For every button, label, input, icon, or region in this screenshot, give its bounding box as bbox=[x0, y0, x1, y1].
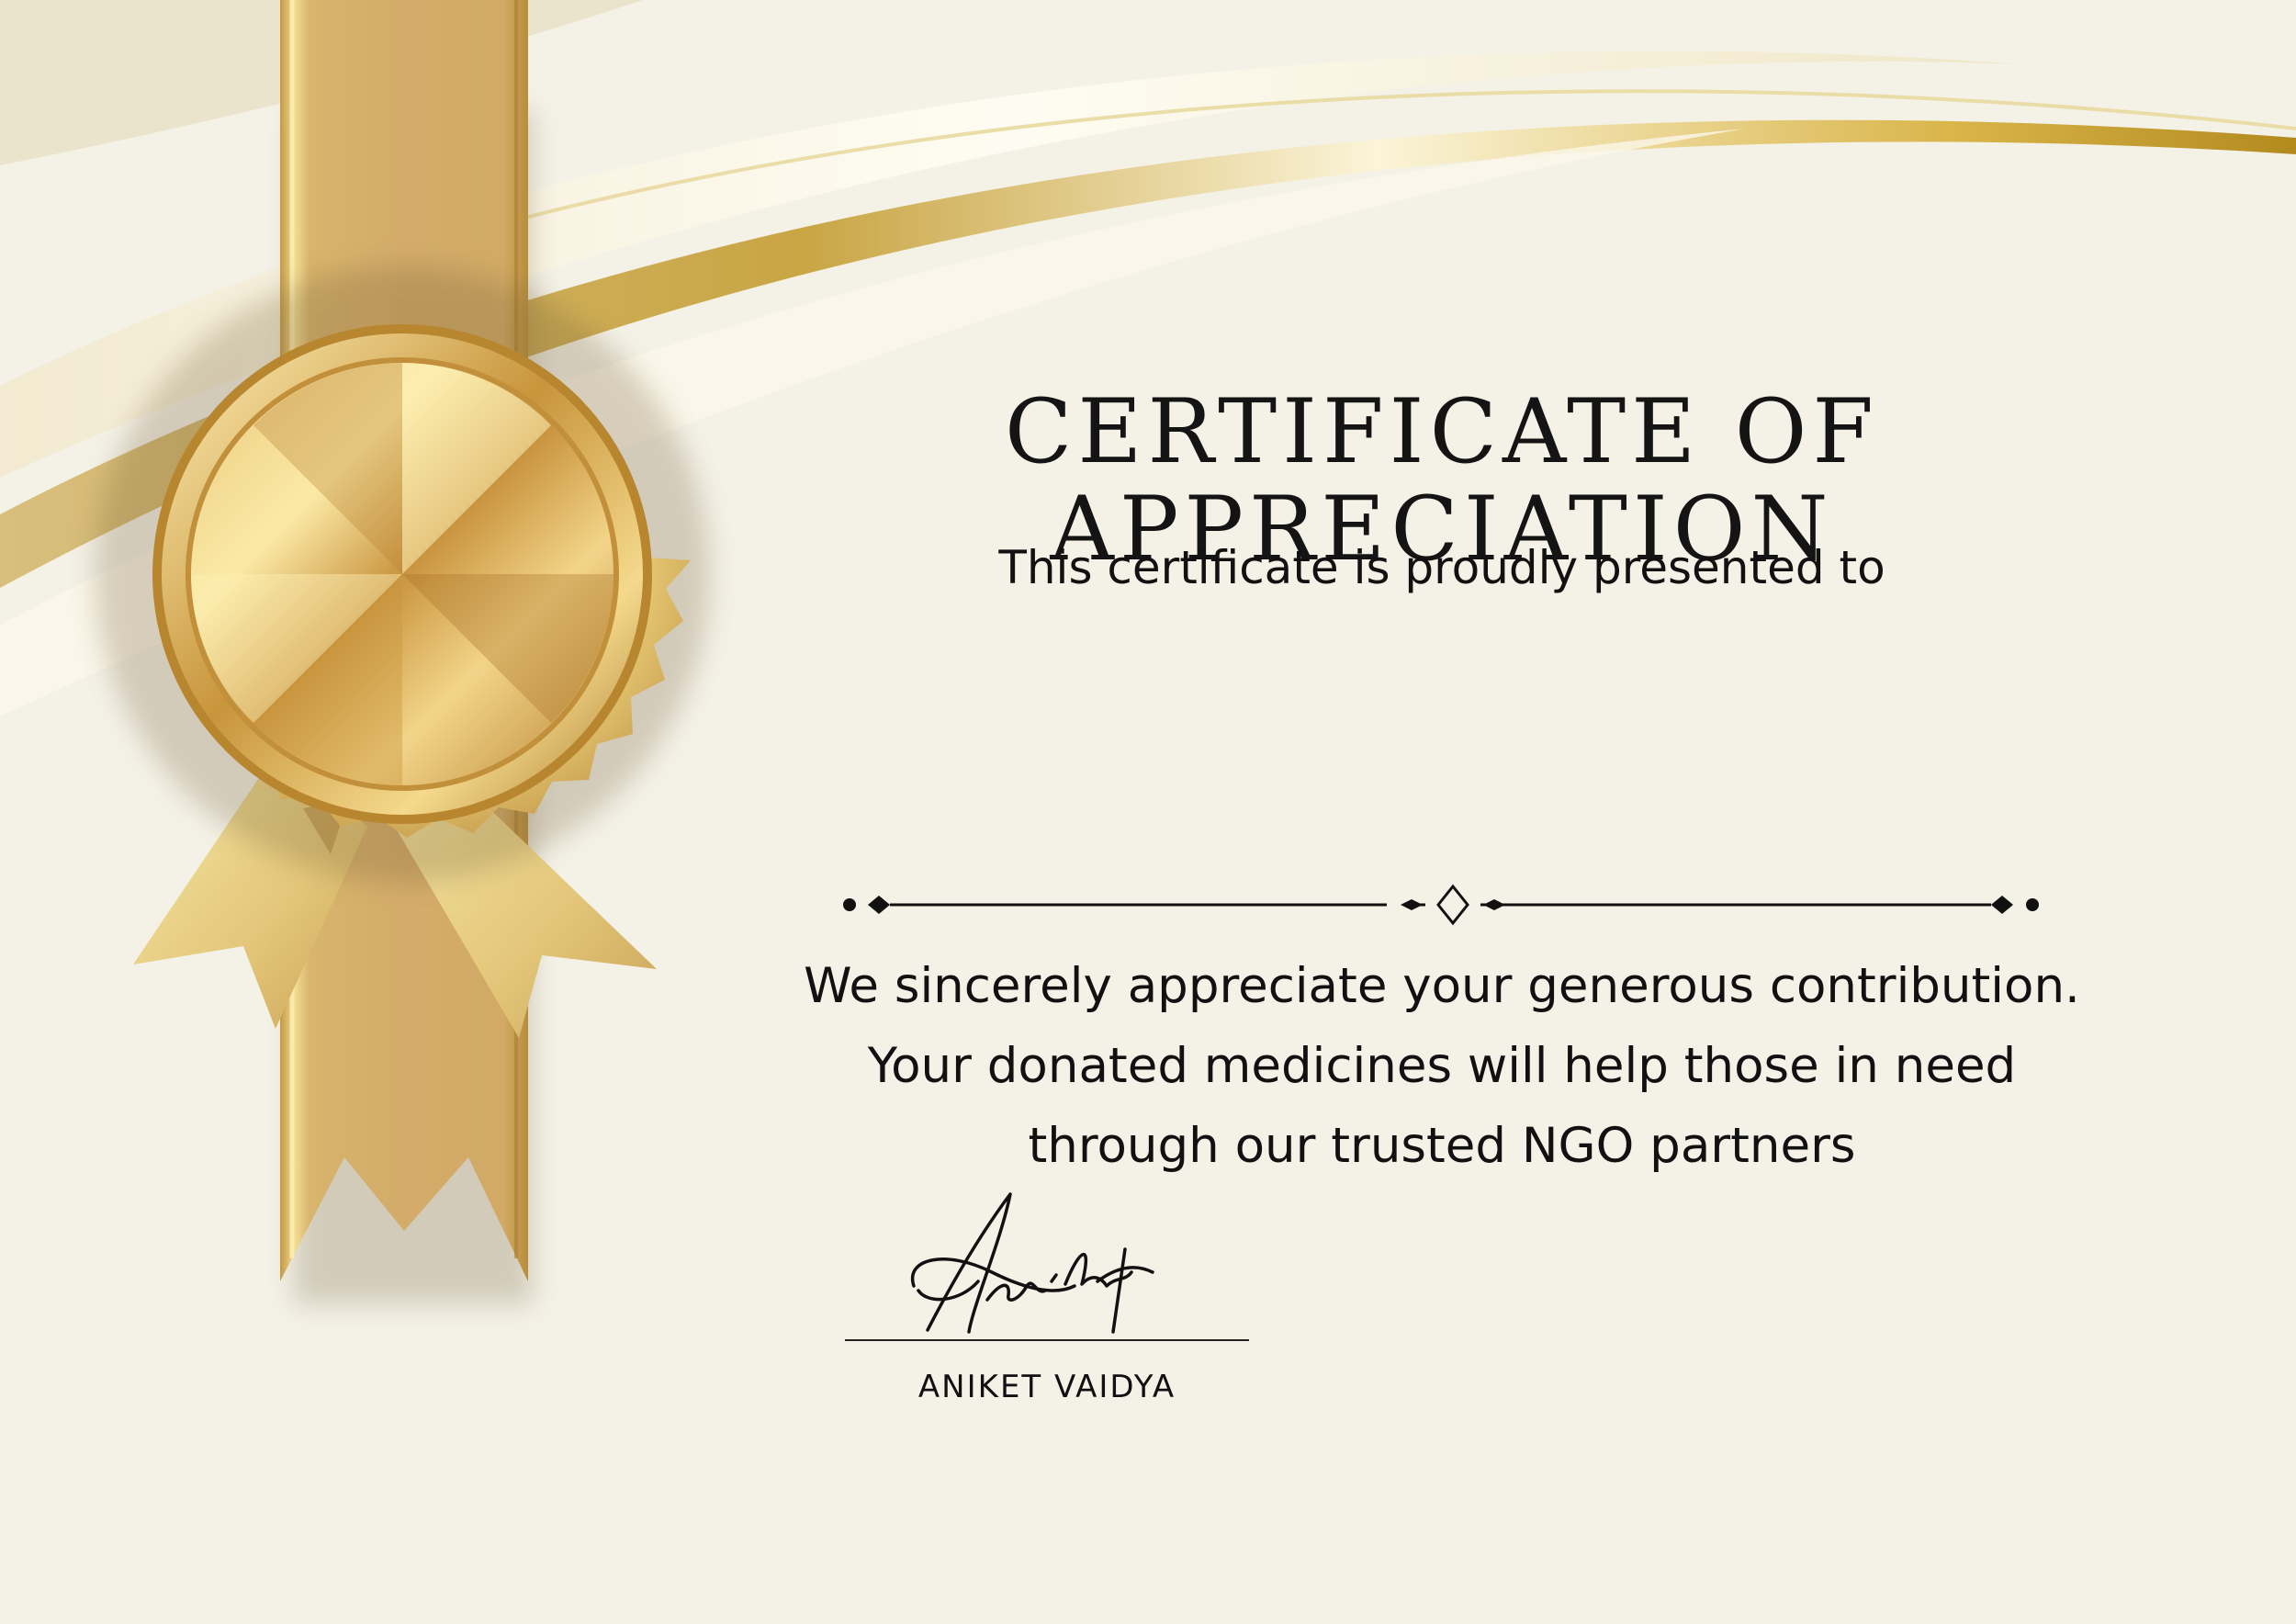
signature-line bbox=[845, 1339, 1249, 1341]
gold-rosette-seal bbox=[95, 266, 710, 882]
appreciation-message: We sincerely appreciate your generous co… bbox=[771, 946, 2112, 1186]
message-line-1: We sincerely appreciate your generous co… bbox=[804, 958, 2080, 1014]
ornamental-diamond-divider bbox=[843, 884, 2039, 926]
certificate-subtitle: This certificate is proudly presented to bbox=[998, 541, 1885, 594]
signatory-name: ANIKET VAIDYA bbox=[917, 1369, 1176, 1405]
message-line-2: Your donated medicines will help those i… bbox=[867, 1038, 2017, 1094]
certificate-page: CERTIFICATE OF APPRECIATION This certifi… bbox=[0, 0, 2296, 1624]
message-line-3: through our trusted NGO partners bbox=[1028, 1118, 1856, 1174]
signature-image bbox=[910, 1192, 1154, 1334]
